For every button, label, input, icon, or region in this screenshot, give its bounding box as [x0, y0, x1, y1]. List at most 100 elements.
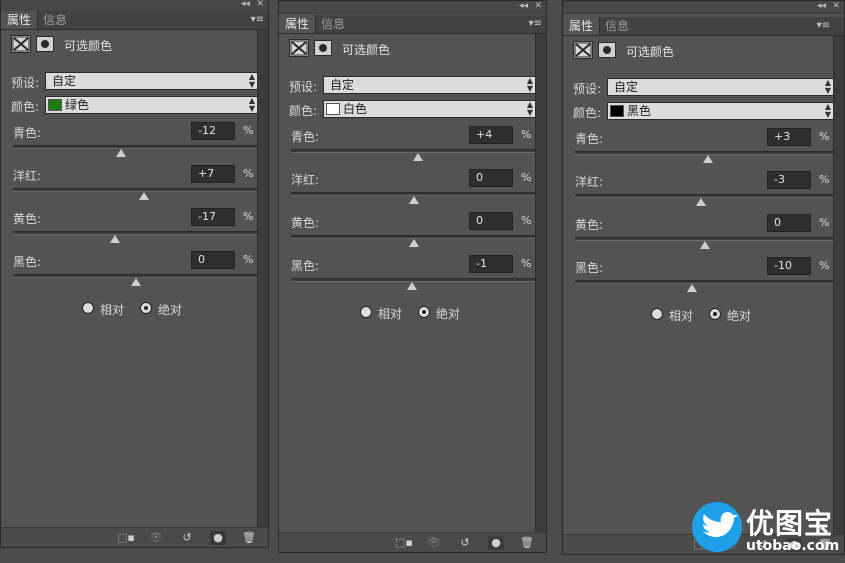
properties-panel-2: ◂◂ ✕ 属性 信息 ▾≡ 可选颜色 预设: 自定 ▲ ▼ 颜色: 白色 ▲ ▼ 青色: +4% 洋红: 0% 黄色… — [278, 0, 547, 553]
color-swatch — [326, 103, 340, 115]
radio-absolute-label: 绝对 — [158, 303, 183, 317]
slider-track[interactable] — [13, 231, 258, 235]
tab-properties[interactable]: 属性 — [279, 15, 317, 33]
preset-label: 预设: — [11, 76, 40, 90]
slider-thumb[interactable] — [413, 153, 424, 161]
slider-thumb[interactable] — [699, 241, 710, 249]
color-value: 黑色 — [627, 104, 652, 118]
slider-thumb[interactable] — [407, 282, 418, 290]
percent-sign: % — [819, 216, 830, 229]
watermark: 优图宝 utobao.com — [690, 500, 840, 560]
slider-thumb[interactable] — [686, 284, 697, 292]
slider-value-input[interactable]: -12 — [191, 122, 235, 140]
reset-icon[interactable]: ↺ — [179, 531, 195, 545]
slider-track[interactable] — [13, 188, 258, 192]
view-previous-state-icon[interactable]: 👁 — [148, 531, 164, 545]
slider-value-input[interactable]: 0 — [469, 169, 513, 187]
percent-sign: % — [521, 128, 532, 141]
slider-value-input[interactable]: 0 — [767, 214, 811, 232]
view-previous-state-icon[interactable]: 👁 — [426, 536, 442, 550]
slider-label: 青色: — [575, 132, 604, 146]
slider-label: 洋红: — [575, 175, 604, 189]
percent-sign: % — [521, 214, 532, 227]
delete-trash-icon[interactable]: 🗑 — [241, 531, 257, 545]
slider-value-input[interactable]: 0 — [469, 212, 513, 230]
slider-value-input[interactable]: -1 — [469, 255, 513, 273]
mask-icon[interactable] — [598, 42, 616, 58]
color-dropdown[interactable]: 白色 ▲ ▼ — [323, 100, 538, 118]
dropdown-arrows-icon: ▲ ▼ — [526, 100, 533, 117]
panel-menu-icon[interactable]: ▾≡ — [817, 20, 830, 31]
radio-absolute[interactable] — [709, 308, 721, 320]
slider-thumb[interactable] — [408, 239, 419, 247]
slider-thumb[interactable] — [695, 198, 706, 206]
slider-track[interactable] — [575, 280, 834, 284]
close-icon[interactable]: ✕ — [534, 1, 542, 12]
slider-thumb[interactable] — [130, 278, 141, 286]
slider-value-input[interactable]: -10 — [767, 257, 811, 275]
color-label: 颜色: — [289, 104, 318, 118]
slider-track[interactable] — [13, 145, 258, 149]
slider-thumb[interactable] — [408, 196, 419, 204]
color-label: 颜色: — [11, 100, 40, 114]
preset-label: 预设: — [573, 82, 602, 96]
tab-info[interactable]: 信息 — [599, 17, 635, 35]
close-icon[interactable]: ✕ — [256, 0, 264, 10]
color-dropdown[interactable]: 绿色 ▲ ▼ — [45, 96, 260, 114]
tab-info[interactable]: 信息 — [37, 11, 73, 29]
close-icon[interactable]: ✕ — [832, 1, 840, 12]
slider-value-input[interactable]: -17 — [191, 208, 235, 226]
radio-relative[interactable] — [360, 306, 372, 318]
collapse-icon[interactable]: ◂◂ — [817, 1, 826, 12]
visibility-eye-icon[interactable]: ● — [488, 536, 504, 550]
collapse-icon[interactable]: ◂◂ — [519, 1, 528, 12]
slider-label: 黑色: — [291, 259, 320, 273]
slider-value-input[interactable]: 0 — [191, 251, 235, 269]
preset-dropdown[interactable]: 自定 ▲ ▼ — [45, 72, 260, 90]
color-label: 颜色: — [573, 106, 602, 120]
slider-value-input[interactable]: +4 — [469, 126, 513, 144]
slider-thumb[interactable] — [109, 235, 120, 243]
preset-value: 自定 — [52, 74, 77, 88]
radio-relative[interactable] — [82, 302, 94, 314]
slider-value-input[interactable]: -3 — [767, 171, 811, 189]
percent-sign: % — [819, 173, 830, 186]
reset-icon[interactable]: ↺ — [457, 536, 473, 550]
panel-menu-icon[interactable]: ▾≡ — [251, 14, 264, 25]
delete-trash-icon[interactable]: 🗑 — [519, 536, 535, 550]
percent-sign: % — [521, 257, 532, 270]
percent-sign: % — [243, 253, 254, 266]
slider-value-input[interactable]: +7 — [191, 165, 235, 183]
preset-dropdown[interactable]: 自定 ▲ ▼ — [607, 78, 836, 96]
color-value: 绿色 — [65, 98, 90, 112]
slider-thumb[interactable] — [139, 192, 150, 200]
visibility-eye-icon[interactable]: ● — [210, 531, 226, 545]
adjustment-title: 可选颜色 — [342, 43, 391, 57]
color-dropdown[interactable]: 黑色 ▲ ▼ — [607, 102, 836, 120]
collapse-icon[interactable]: ◂◂ — [241, 0, 250, 10]
panel-scrollbar[interactable] — [257, 30, 268, 527]
clip-to-layer-icon[interactable]: ⬚▪ — [395, 536, 413, 550]
panel-menu-icon[interactable]: ▾≡ — [529, 18, 542, 29]
slider-label: 洋红: — [291, 173, 320, 187]
slider-thumb[interactable] — [703, 155, 714, 163]
slider-value-input[interactable]: +3 — [767, 128, 811, 146]
slider-label: 黑色: — [575, 261, 604, 275]
preset-dropdown[interactable]: 自定 ▲ ▼ — [323, 76, 538, 94]
slider-thumb[interactable] — [115, 149, 126, 157]
mask-icon[interactable] — [36, 36, 54, 52]
percent-sign: % — [819, 130, 830, 143]
panel-scrollbar[interactable] — [535, 34, 546, 532]
clip-to-layer-icon[interactable]: ⬚▪ — [117, 531, 135, 545]
mask-icon[interactable] — [314, 40, 332, 56]
tab-properties[interactable]: 属性 — [563, 17, 601, 35]
percent-sign: % — [521, 171, 532, 184]
properties-panel-1: ◂◂ ✕ 属性 信息 ▾≡ 可选颜色 预设: 自定 ▲ ▼ 颜色: 绿色 ▲ ▼ 青色: -12% 洋红: +7%… — [0, 0, 269, 548]
tab-info[interactable]: 信息 — [315, 15, 351, 33]
radio-relative[interactable] — [651, 308, 663, 320]
properties-panel-3: ◂◂ ✕ 属性 信息 ▾≡ 可选颜色 预设: 自定 ▲ ▼ 颜色: 黑色 ▲ ▼ 青色: +3% 洋红: -3% 黄… — [562, 0, 845, 555]
radio-absolute[interactable] — [140, 302, 152, 314]
tab-properties[interactable]: 属性 — [1, 11, 39, 29]
radio-absolute[interactable] — [418, 306, 430, 318]
panel-scrollbar[interactable] — [833, 36, 844, 534]
